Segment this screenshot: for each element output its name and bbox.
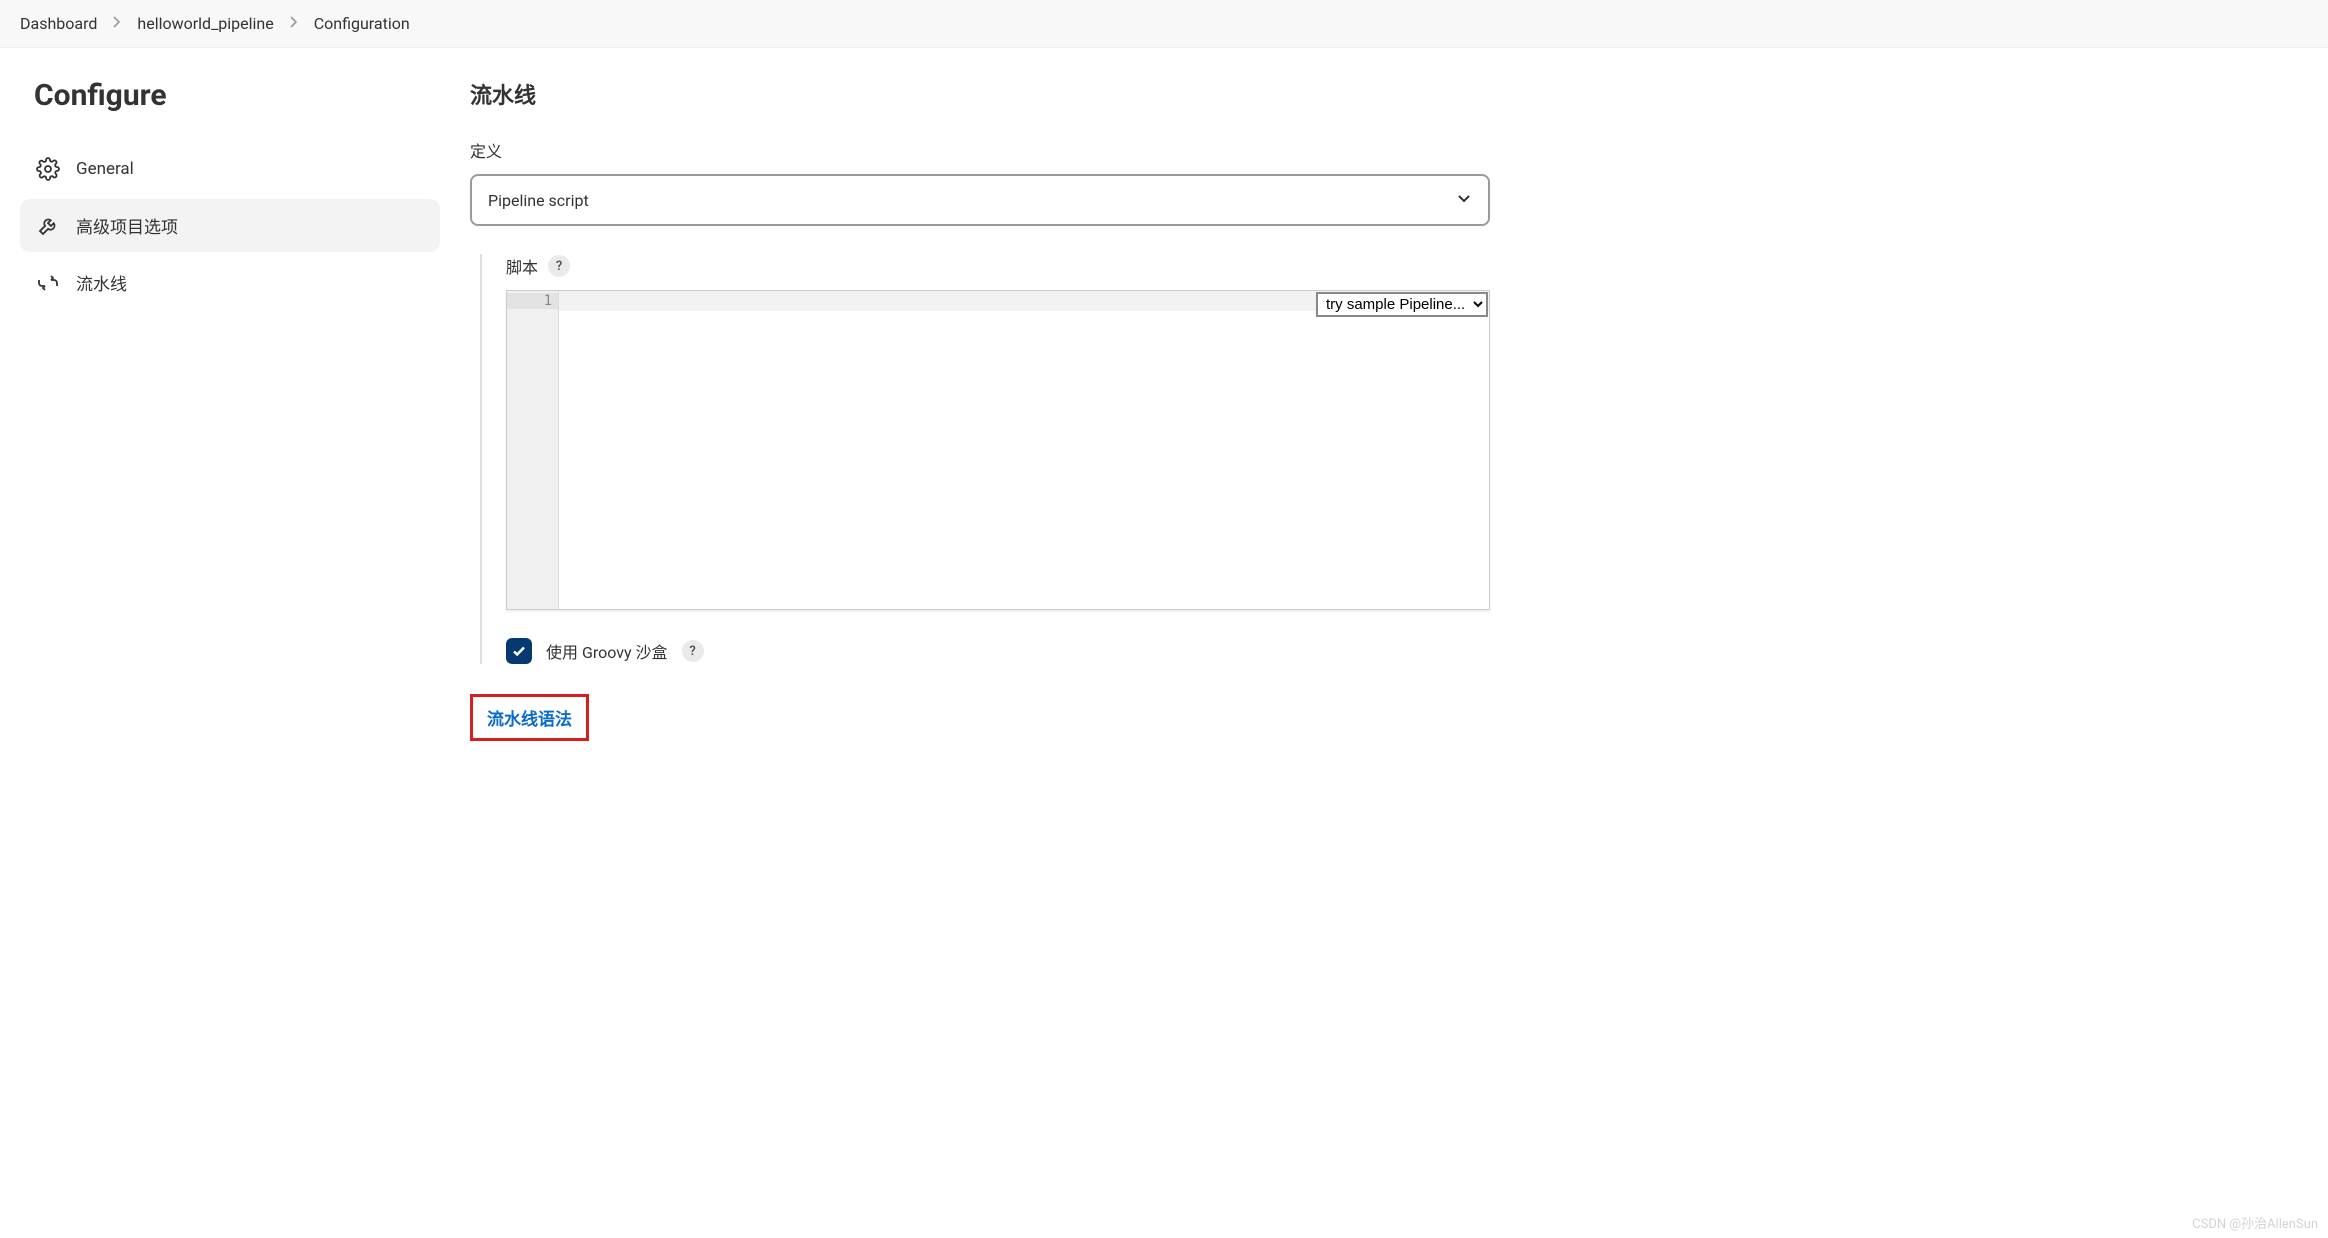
groovy-sandbox-label: 使用 Groovy 沙盒 xyxy=(546,639,668,663)
definition-select-value: Pipeline script xyxy=(488,191,589,210)
chevron-right-icon xyxy=(113,16,121,31)
pipeline-icon xyxy=(36,271,60,295)
script-label: 脚本 xyxy=(506,254,538,278)
page-title: Configure xyxy=(20,78,440,113)
pipeline-syntax-link[interactable]: 流水线语法 xyxy=(470,694,589,741)
main-content: 流水线 定义 Pipeline script 脚本 ? 1 xyxy=(470,78,1490,741)
sidebar-item-label: 流水线 xyxy=(76,270,127,295)
definition-select[interactable]: Pipeline script xyxy=(470,174,1490,226)
line-number: 1 xyxy=(507,293,558,309)
editor-code-area[interactable]: try sample Pipeline... xyxy=(559,291,1489,609)
sample-pipeline-select[interactable]: try sample Pipeline... xyxy=(1316,292,1488,317)
breadcrumb-configuration[interactable]: Configuration xyxy=(314,14,410,33)
editor-gutter: 1 xyxy=(507,291,559,609)
sidebar-item-pipeline[interactable]: 流水线 xyxy=(20,256,440,309)
sidebar-item-label: General xyxy=(76,159,134,179)
sidebar-item-advanced[interactable]: 高级项目选项 xyxy=(20,199,440,252)
script-editor[interactable]: 1 try sample Pipeline... xyxy=(506,290,1490,610)
sidebar-item-general[interactable]: General xyxy=(20,143,440,195)
gear-icon xyxy=(36,157,60,181)
chevron-down-icon xyxy=(1456,190,1472,210)
sidebar: Configure General 高级项目选项 xyxy=(20,78,440,741)
breadcrumb-dashboard[interactable]: Dashboard xyxy=(20,14,97,33)
chevron-right-icon xyxy=(290,16,298,31)
watermark-text: CSDN @孙治AllenSun xyxy=(2192,1213,2318,1232)
wrench-icon xyxy=(36,214,60,238)
breadcrumb: Dashboard helloworld_pipeline Configurat… xyxy=(0,0,2328,48)
definition-label: 定义 xyxy=(470,138,1490,162)
section-heading: 流水线 xyxy=(470,78,1490,110)
sidebar-item-label: 高级项目选项 xyxy=(76,213,178,238)
breadcrumb-project[interactable]: helloworld_pipeline xyxy=(137,14,273,33)
help-icon[interactable]: ? xyxy=(548,255,570,277)
help-icon[interactable]: ? xyxy=(682,640,704,662)
groovy-sandbox-checkbox[interactable] xyxy=(506,638,532,664)
